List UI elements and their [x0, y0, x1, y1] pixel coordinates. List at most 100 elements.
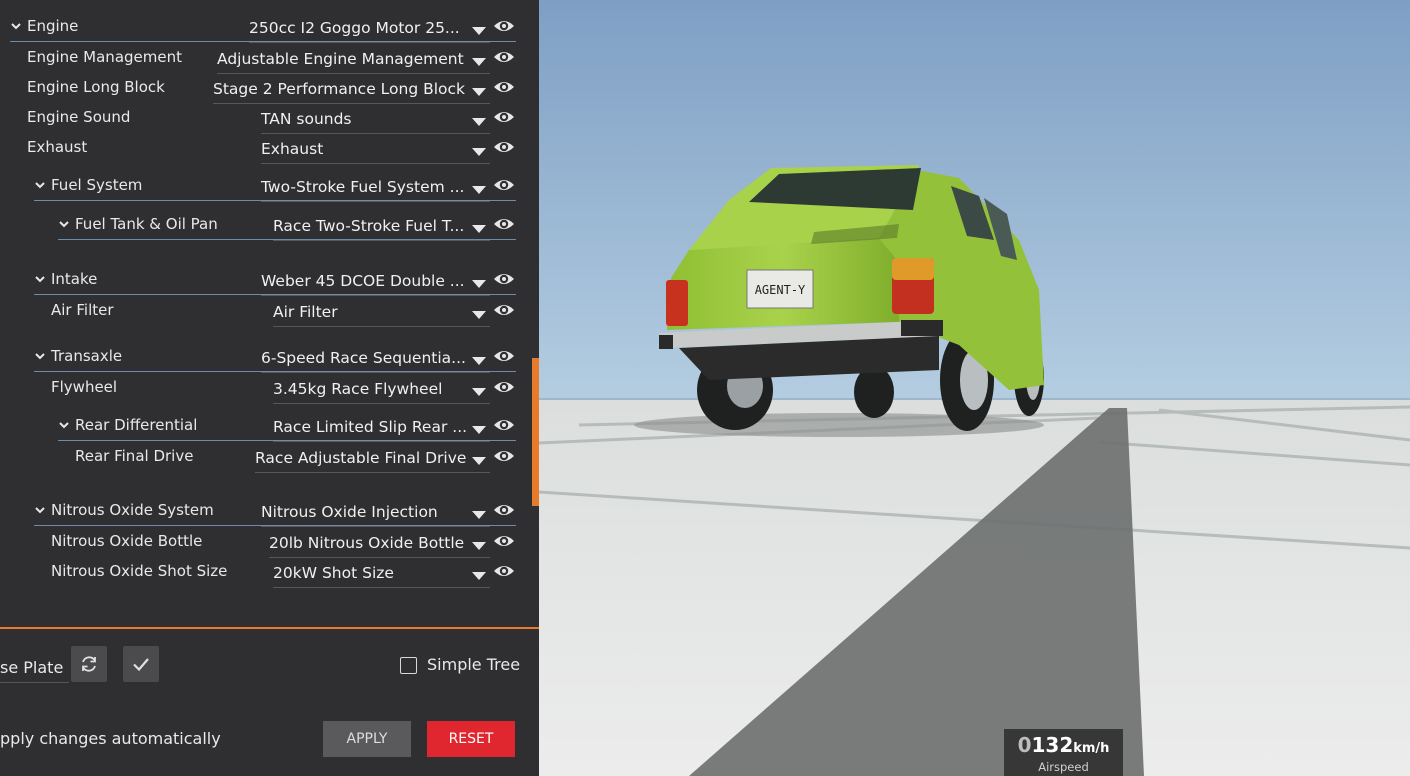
dropdown-caret-icon[interactable]: [472, 388, 486, 396]
eye-icon[interactable]: [493, 77, 515, 97]
chevron-down-icon[interactable]: [57, 218, 71, 232]
part-row: Exhaust Exhaust: [0, 136, 539, 166]
part-select[interactable]: Air Filter: [273, 302, 490, 327]
part-select[interactable]: Race Limited Slip Rear ...: [273, 417, 490, 442]
eye-icon[interactable]: [493, 137, 515, 157]
apply-button[interactable]: APPLY: [323, 721, 411, 757]
confirm-plate-button[interactable]: [123, 646, 159, 682]
speed-value: 132: [1031, 733, 1074, 757]
part-select[interactable]: 3.45kg Race Flywheel: [273, 379, 490, 404]
dropdown-caret-icon[interactable]: [472, 426, 486, 434]
part-label: Engine Management: [27, 48, 182, 66]
part-select[interactable]: Race Adjustable Final Drive: [255, 448, 490, 473]
eye-icon[interactable]: [493, 300, 515, 320]
part-select-value: Nitrous Oxide Injection: [261, 503, 438, 521]
eye-icon[interactable]: [493, 175, 515, 195]
part-label: Intake: [51, 270, 98, 288]
dropdown-caret-icon[interactable]: [472, 311, 486, 319]
dropdown-caret-icon[interactable]: [472, 225, 486, 233]
dropdown-caret-icon[interactable]: [472, 186, 486, 194]
chevron-down-icon[interactable]: [33, 504, 47, 518]
viewport-anchor: [539, 0, 540, 1]
chevron-down-icon[interactable]: [33, 273, 47, 287]
dropdown-caret-icon[interactable]: [472, 572, 486, 580]
eye-icon[interactable]: [493, 107, 515, 127]
part-row: Rear Differential Race Limited Slip Rear …: [0, 414, 539, 444]
part-select[interactable]: 20kW Shot Size: [273, 563, 490, 588]
part-select-value: 6-Speed Race Sequentia...: [261, 349, 466, 367]
part-select-value: Adjustable Engine Management: [217, 50, 464, 68]
part-label: Nitrous Oxide Bottle: [51, 532, 203, 550]
part-row: Nitrous Oxide Shot Size 20kW Shot Size: [0, 560, 539, 590]
part-row: Air Filter Air Filter: [0, 299, 539, 329]
reset-button[interactable]: RESET: [427, 721, 515, 757]
simple-tree-label: Simple Tree: [427, 655, 521, 674]
eye-icon[interactable]: [493, 47, 515, 67]
eye-icon[interactable]: [493, 346, 515, 366]
auto-apply-toggle-label[interactable]: pply changes automatically: [0, 729, 221, 748]
eye-icon[interactable]: [493, 377, 515, 397]
license-plate-field[interactable]: se Plate: [0, 654, 70, 683]
part-select[interactable]: Stage 2 Performance Long Block: [213, 79, 490, 104]
checkbox-box[interactable]: [400, 657, 417, 674]
dropdown-caret-icon[interactable]: [472, 280, 486, 288]
dropdown-caret-icon[interactable]: [472, 542, 486, 550]
part-select-value: Race Two-Stroke Fuel T...: [273, 217, 465, 235]
part-select[interactable]: Weber 45 DCOE Double ...: [261, 271, 490, 296]
part-label: Rear Differential: [75, 416, 198, 434]
part-select[interactable]: 20lb Nitrous Oxide Bottle: [269, 533, 490, 558]
part-select[interactable]: Nitrous Oxide Injection: [261, 502, 490, 527]
refresh-icon: [82, 656, 96, 672]
chevron-down-icon[interactable]: [9, 20, 23, 34]
part-row: Nitrous Oxide System Nitrous Oxide Inject…: [0, 499, 539, 529]
dropdown-caret-icon[interactable]: [472, 27, 486, 35]
part-select-value: Race Adjustable Final Drive: [255, 449, 467, 467]
eye-icon[interactable]: [493, 446, 515, 466]
part-select[interactable]: Two-Stroke Fuel System ...: [261, 177, 490, 202]
speedometer: 0132km/h Airspeed: [1004, 729, 1123, 776]
part-row: Fuel Tank & Oil Pan Race Two-Stroke Fuel …: [0, 213, 539, 243]
part-select-value: Weber 45 DCOE Double ...: [261, 272, 465, 290]
dropdown-caret-icon[interactable]: [472, 88, 486, 96]
part-select[interactable]: Race Two-Stroke Fuel T...: [273, 216, 490, 241]
part-row: Engine Long Block Stage 2 Performance Lon…: [0, 76, 539, 106]
randomize-plate-button[interactable]: [71, 646, 107, 682]
dropdown-caret-icon[interactable]: [472, 148, 486, 156]
eye-icon[interactable]: [493, 531, 515, 551]
part-select[interactable]: Exhaust: [261, 139, 490, 164]
part-row: Engine 250cc I2 Goggo Motor 25...: [0, 15, 539, 45]
eye-icon[interactable]: [493, 269, 515, 289]
3d-viewport[interactable]: AGENT-Y: [539, 0, 1410, 776]
chevron-down-icon[interactable]: [33, 350, 47, 364]
part-row: Engine Sound TAN sounds: [0, 106, 539, 136]
part-label: Nitrous Oxide System: [51, 501, 214, 519]
part-row: Intake Weber 45 DCOE Double ...: [0, 268, 539, 298]
eye-icon[interactable]: [493, 500, 515, 520]
part-select-value: Two-Stroke Fuel System ...: [261, 178, 465, 196]
dropdown-caret-icon[interactable]: [472, 118, 486, 126]
dropdown-caret-icon[interactable]: [472, 357, 486, 365]
part-label: Exhaust: [27, 138, 88, 156]
scrollbar-thumb[interactable]: [532, 358, 539, 506]
part-select[interactable]: TAN sounds: [261, 109, 490, 134]
part-select[interactable]: Adjustable Engine Management: [217, 49, 490, 74]
dropdown-caret-icon[interactable]: [472, 58, 486, 66]
part-label: Engine: [27, 17, 79, 35]
part-label: Rear Final Drive: [75, 447, 194, 465]
eye-icon[interactable]: [493, 561, 515, 581]
dropdown-caret-icon[interactable]: [472, 511, 486, 519]
part-select-value: Race Limited Slip Rear ...: [273, 418, 468, 436]
speed-unit: km/h: [1073, 741, 1110, 756]
part-select[interactable]: 6-Speed Race Sequentia...: [261, 348, 490, 373]
scene: AGENT-Y: [539, 0, 1410, 776]
eye-icon[interactable]: [493, 16, 515, 36]
part-row: Flywheel 3.45kg Race Flywheel: [0, 376, 539, 406]
eye-icon[interactable]: [493, 214, 515, 234]
eye-icon[interactable]: [493, 415, 515, 435]
part-select[interactable]: 250cc I2 Goggo Motor 25...: [249, 18, 490, 43]
part-row: Rear Final Drive Race Adjustable Final Dr…: [0, 445, 539, 475]
dropdown-caret-icon[interactable]: [472, 457, 486, 465]
chevron-down-icon[interactable]: [57, 419, 71, 433]
chevron-down-icon[interactable]: [33, 179, 47, 193]
part-row: Transaxle 6-Speed Race Sequentia...: [0, 345, 539, 375]
